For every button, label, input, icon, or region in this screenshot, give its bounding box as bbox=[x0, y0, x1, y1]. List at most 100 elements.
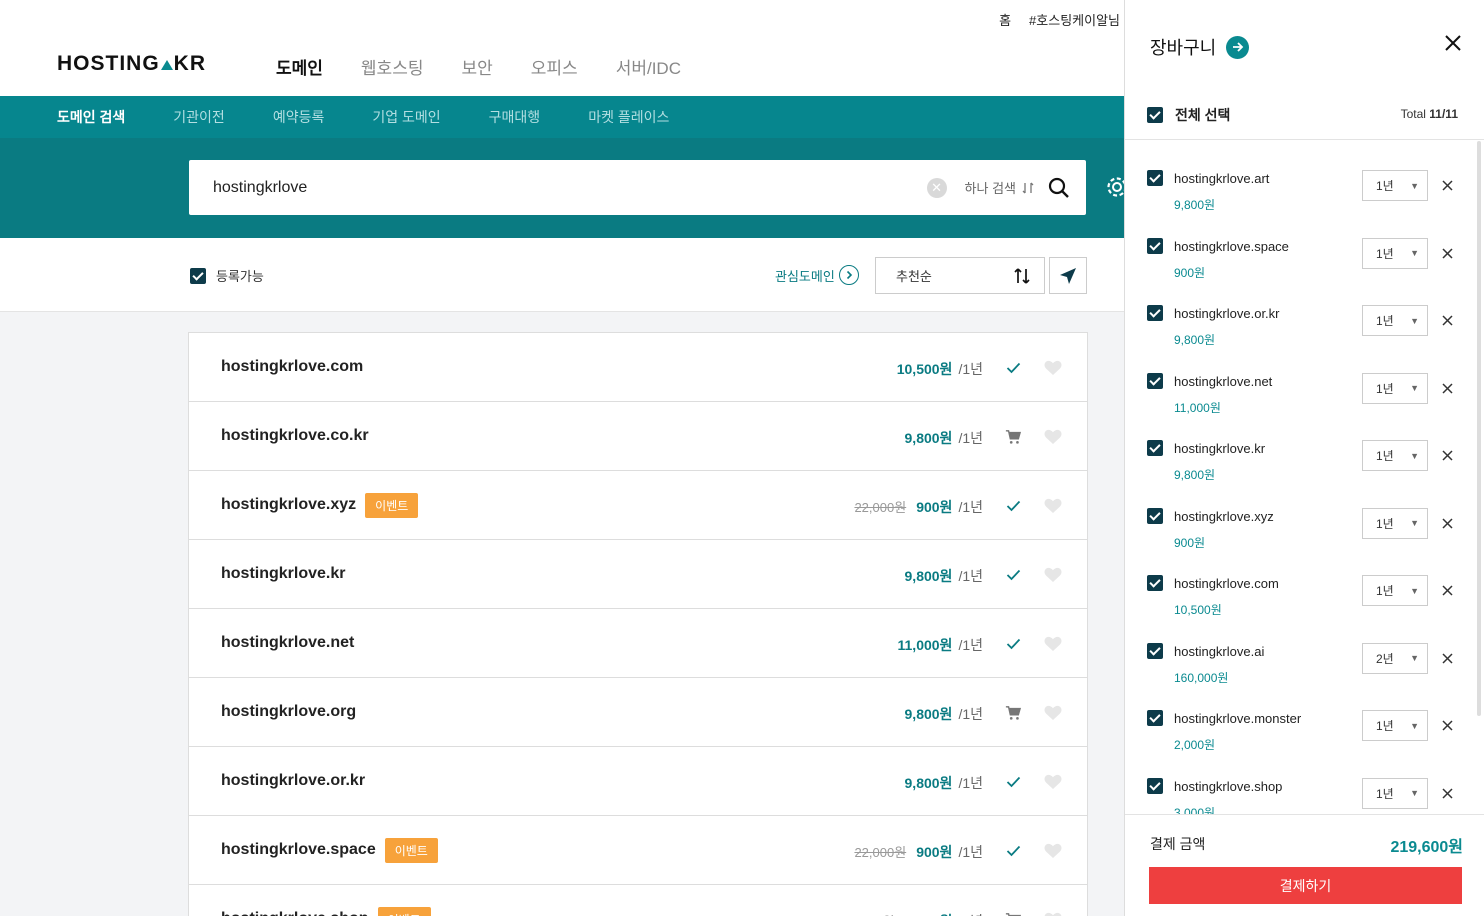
remove-icon[interactable] bbox=[1442, 583, 1453, 601]
remove-icon[interactable] bbox=[1442, 651, 1453, 669]
gnb-item-domain[interactable]: 도메인 bbox=[276, 54, 323, 79]
period-select[interactable]: 1년 ▼ bbox=[1362, 777, 1428, 809]
checkbox-checked-icon[interactable] bbox=[1147, 507, 1163, 524]
heart-icon[interactable] bbox=[1044, 636, 1062, 657]
cart-icon[interactable] bbox=[1005, 429, 1021, 445]
checkbox-checked-icon[interactable] bbox=[1147, 237, 1163, 254]
check-icon[interactable] bbox=[1005, 498, 1021, 514]
home-link[interactable]: 홈 bbox=[999, 10, 1011, 29]
remove-icon[interactable] bbox=[1442, 313, 1453, 331]
interest-domain-link[interactable]: 관심도메인 bbox=[775, 265, 859, 285]
checkbox-checked-icon[interactable] bbox=[1147, 372, 1163, 389]
global-nav: 도메인 웹호스팅 보안 오피스 서버/IDC bbox=[276, 54, 681, 79]
check-icon[interactable] bbox=[1005, 636, 1021, 652]
subnav-item-domain-search[interactable]: 도메인 검색 bbox=[57, 107, 125, 127]
period-select[interactable]: 1년 ▼ bbox=[1362, 710, 1428, 741]
heart-icon[interactable] bbox=[1044, 705, 1062, 726]
gnb-item-office[interactable]: 오피스 bbox=[531, 54, 578, 79]
heart-icon[interactable] bbox=[1044, 360, 1062, 381]
share-button[interactable] bbox=[1049, 257, 1087, 294]
heart-icon[interactable] bbox=[1044, 912, 1062, 916]
checkbox-checked-icon[interactable] bbox=[1147, 710, 1163, 726]
result-row[interactable]: hostingkrlove.space 이벤트 22,000원 900원/1년 bbox=[189, 816, 1087, 885]
subnav-item-transfer[interactable]: 기관이전 bbox=[173, 107, 225, 127]
search-icon[interactable] bbox=[1048, 177, 1070, 199]
period-value: 1년 bbox=[1376, 314, 1394, 328]
cart-icon[interactable] bbox=[1005, 705, 1021, 721]
gnb-item-server-idc[interactable]: 서버/IDC bbox=[616, 54, 681, 79]
remove-icon[interactable] bbox=[1442, 178, 1453, 196]
remove-icon[interactable] bbox=[1442, 718, 1453, 736]
period-select[interactable]: 1년 ▼ bbox=[1362, 305, 1428, 336]
subnav-item-reservation[interactable]: 예약등록 bbox=[273, 107, 325, 127]
cart-item: hostingkrlove.or.kr 9,800원 1년 ▼ bbox=[1125, 276, 1484, 347]
event-badge: 이벤트 bbox=[377, 906, 431, 916]
heart-icon[interactable] bbox=[1044, 843, 1062, 864]
heart-icon[interactable] bbox=[1044, 567, 1062, 588]
domain-price: 11,000원/1년 bbox=[898, 635, 984, 655]
period-select[interactable]: 1년 ▼ bbox=[1362, 237, 1428, 269]
subnav-item-purchase-agent[interactable]: 구매대행 bbox=[489, 107, 541, 127]
checkbox-checked-icon[interactable] bbox=[1147, 305, 1163, 321]
checkbox-checked-icon[interactable] bbox=[1147, 170, 1163, 186]
gnb-item-security[interactable]: 보안 bbox=[461, 54, 492, 79]
current-price: 10,500원 bbox=[896, 361, 953, 377]
result-row[interactable]: hostingkrlove.co.kr 9,800원/1년 bbox=[189, 402, 1087, 471]
user-link[interactable]: #호스팅케이알님 bbox=[1029, 10, 1120, 29]
period-select[interactable]: 1년 ▼ bbox=[1362, 507, 1428, 539]
cart-item: hostingkrlove.xyz 900원 1년 ▼ bbox=[1125, 479, 1484, 550]
checkbox-checked-icon[interactable] bbox=[1147, 575, 1163, 591]
checkbox-checked-icon[interactable] bbox=[1147, 440, 1163, 456]
search-input[interactable] bbox=[213, 178, 927, 197]
heart-icon[interactable] bbox=[1044, 498, 1062, 519]
result-row[interactable]: hostingkrlove.kr 9,800원/1년 bbox=[189, 540, 1087, 609]
check-icon[interactable] bbox=[1005, 567, 1021, 583]
gear-icon[interactable] bbox=[1106, 176, 1124, 198]
caret-down-icon: ▼ bbox=[1410, 585, 1419, 596]
result-row[interactable]: hostingkrlove.org 9,800원/1년 bbox=[189, 678, 1087, 747]
single-search-toggle[interactable]: 하나 검색 bbox=[965, 178, 1034, 197]
domain-price: 22,000원 3,000원/1년 bbox=[843, 911, 983, 916]
result-row[interactable]: hostingkrlove.shop 이벤트 22,000원 3,000원/1년 bbox=[189, 885, 1087, 916]
price-period: /1년 bbox=[958, 844, 983, 860]
period-select[interactable]: 1년 ▼ bbox=[1362, 575, 1428, 606]
cart-icon[interactable] bbox=[1005, 912, 1021, 916]
gnb-item-webhosting[interactable]: 웹호스팅 bbox=[361, 54, 424, 79]
check-icon[interactable] bbox=[1005, 774, 1021, 790]
period-select[interactable]: 1년 ▼ bbox=[1362, 170, 1428, 201]
remove-icon[interactable] bbox=[1442, 786, 1453, 804]
subnav-item-marketplace[interactable]: 마켓 플레이스 bbox=[588, 107, 669, 127]
checkbox-checked-icon[interactable] bbox=[1147, 107, 1163, 123]
cart-scrollbar[interactable] bbox=[1477, 141, 1481, 716]
select-all-checkbox[interactable]: 전체 선택 bbox=[1147, 105, 1230, 125]
checkbox-checked-icon[interactable] bbox=[190, 267, 206, 284]
available-only-filter[interactable]: 등록가능 bbox=[190, 266, 264, 285]
cart-item-name: hostingkrlove.or.kr bbox=[1174, 306, 1280, 321]
arrow-right-circle-icon[interactable] bbox=[1226, 35, 1250, 59]
result-row[interactable]: hostingkrlove.com 10,500원/1년 bbox=[189, 333, 1087, 402]
domain-price: 9,800원/1년 bbox=[905, 566, 983, 586]
close-icon[interactable] bbox=[1444, 34, 1462, 52]
subnav-item-business[interactable]: 기업 도메인 bbox=[372, 107, 440, 127]
result-row[interactable]: hostingkrlove.or.kr 9,800원/1년 bbox=[189, 747, 1087, 816]
result-row[interactable]: hostingkrlove.net 11,000원/1년 bbox=[189, 609, 1087, 678]
site-logo[interactable]: HOSTING KR bbox=[57, 52, 206, 76]
checkbox-checked-icon[interactable] bbox=[1147, 777, 1163, 794]
remove-icon[interactable] bbox=[1442, 381, 1453, 399]
pay-button[interactable]: 결제하기 bbox=[1149, 867, 1462, 904]
heart-icon[interactable] bbox=[1044, 774, 1062, 795]
sort-arrows-icon bbox=[1014, 267, 1030, 284]
remove-icon[interactable] bbox=[1442, 516, 1453, 534]
remove-icon[interactable] bbox=[1442, 448, 1453, 466]
sort-select[interactable]: 추천순 bbox=[875, 257, 1045, 294]
clear-icon[interactable]: ✕ bbox=[926, 177, 947, 198]
remove-icon[interactable] bbox=[1442, 246, 1453, 264]
heart-icon[interactable] bbox=[1044, 429, 1062, 450]
period-select[interactable]: 1년 ▼ bbox=[1362, 440, 1428, 471]
check-icon[interactable] bbox=[1005, 360, 1021, 376]
check-icon[interactable] bbox=[1005, 843, 1021, 859]
period-select[interactable]: 2년 ▼ bbox=[1362, 642, 1428, 674]
checkbox-checked-icon[interactable] bbox=[1147, 642, 1163, 659]
period-select[interactable]: 1년 ▼ bbox=[1362, 372, 1428, 404]
result-row[interactable]: hostingkrlove.xyz 이벤트 22,000원 900원/1년 bbox=[189, 471, 1087, 540]
